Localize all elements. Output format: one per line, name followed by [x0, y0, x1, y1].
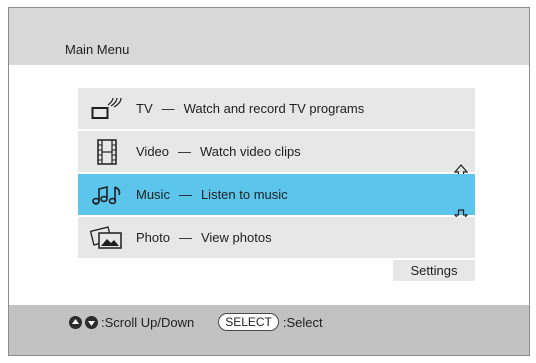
menu-item-dash: — [178, 187, 192, 202]
controls-hint: :Scroll Up/Down SELECT :Select [69, 313, 323, 331]
menu-item-video[interactable]: Video — Watch video clips [78, 131, 475, 178]
menu-item-label: TV [136, 101, 153, 116]
up-button-icon [69, 315, 82, 329]
scroll-hint-text: :Scroll Up/Down [101, 314, 195, 330]
main-menu-screen: Main Menu TV — Watch and record TV progr… [8, 7, 530, 356]
down-button-icon [85, 315, 98, 329]
settings-button[interactable]: Settings [393, 260, 475, 281]
menu-item-photo[interactable]: Photo — View photos [78, 217, 475, 258]
film-icon [88, 138, 126, 165]
menu-item-music[interactable]: Music — Listen to music [78, 174, 475, 223]
menu-list: TV — Watch and record TV programs Video … [78, 88, 475, 260]
footer-hint-bar: :Scroll Up/Down SELECT :Select [9, 305, 529, 355]
select-hint-text: :Select [282, 314, 323, 330]
select-button-icon: SELECT [218, 313, 279, 331]
menu-item-description: View photos [200, 230, 272, 245]
tv-icon [88, 96, 126, 122]
menu-item-label: Video [136, 144, 170, 159]
menu-item-tv[interactable]: TV — Watch and record TV programs [78, 88, 475, 129]
music-notes-icon [88, 182, 126, 208]
menu-item-description: Watch video clips [200, 144, 301, 159]
menu-item-description: Watch and record TV programs [183, 101, 365, 116]
page-title: Main Menu [65, 42, 130, 57]
menu-item-description: Listen to music [200, 187, 288, 202]
menu-item-dash: — [178, 230, 192, 245]
menu-item-label: Music [136, 187, 170, 202]
photos-icon [88, 225, 126, 251]
header-bar: Main Menu [9, 8, 529, 65]
menu-item-dash: — [178, 144, 192, 159]
menu-item-label: Photo [136, 230, 170, 245]
menu-item-dash: — [161, 101, 175, 116]
